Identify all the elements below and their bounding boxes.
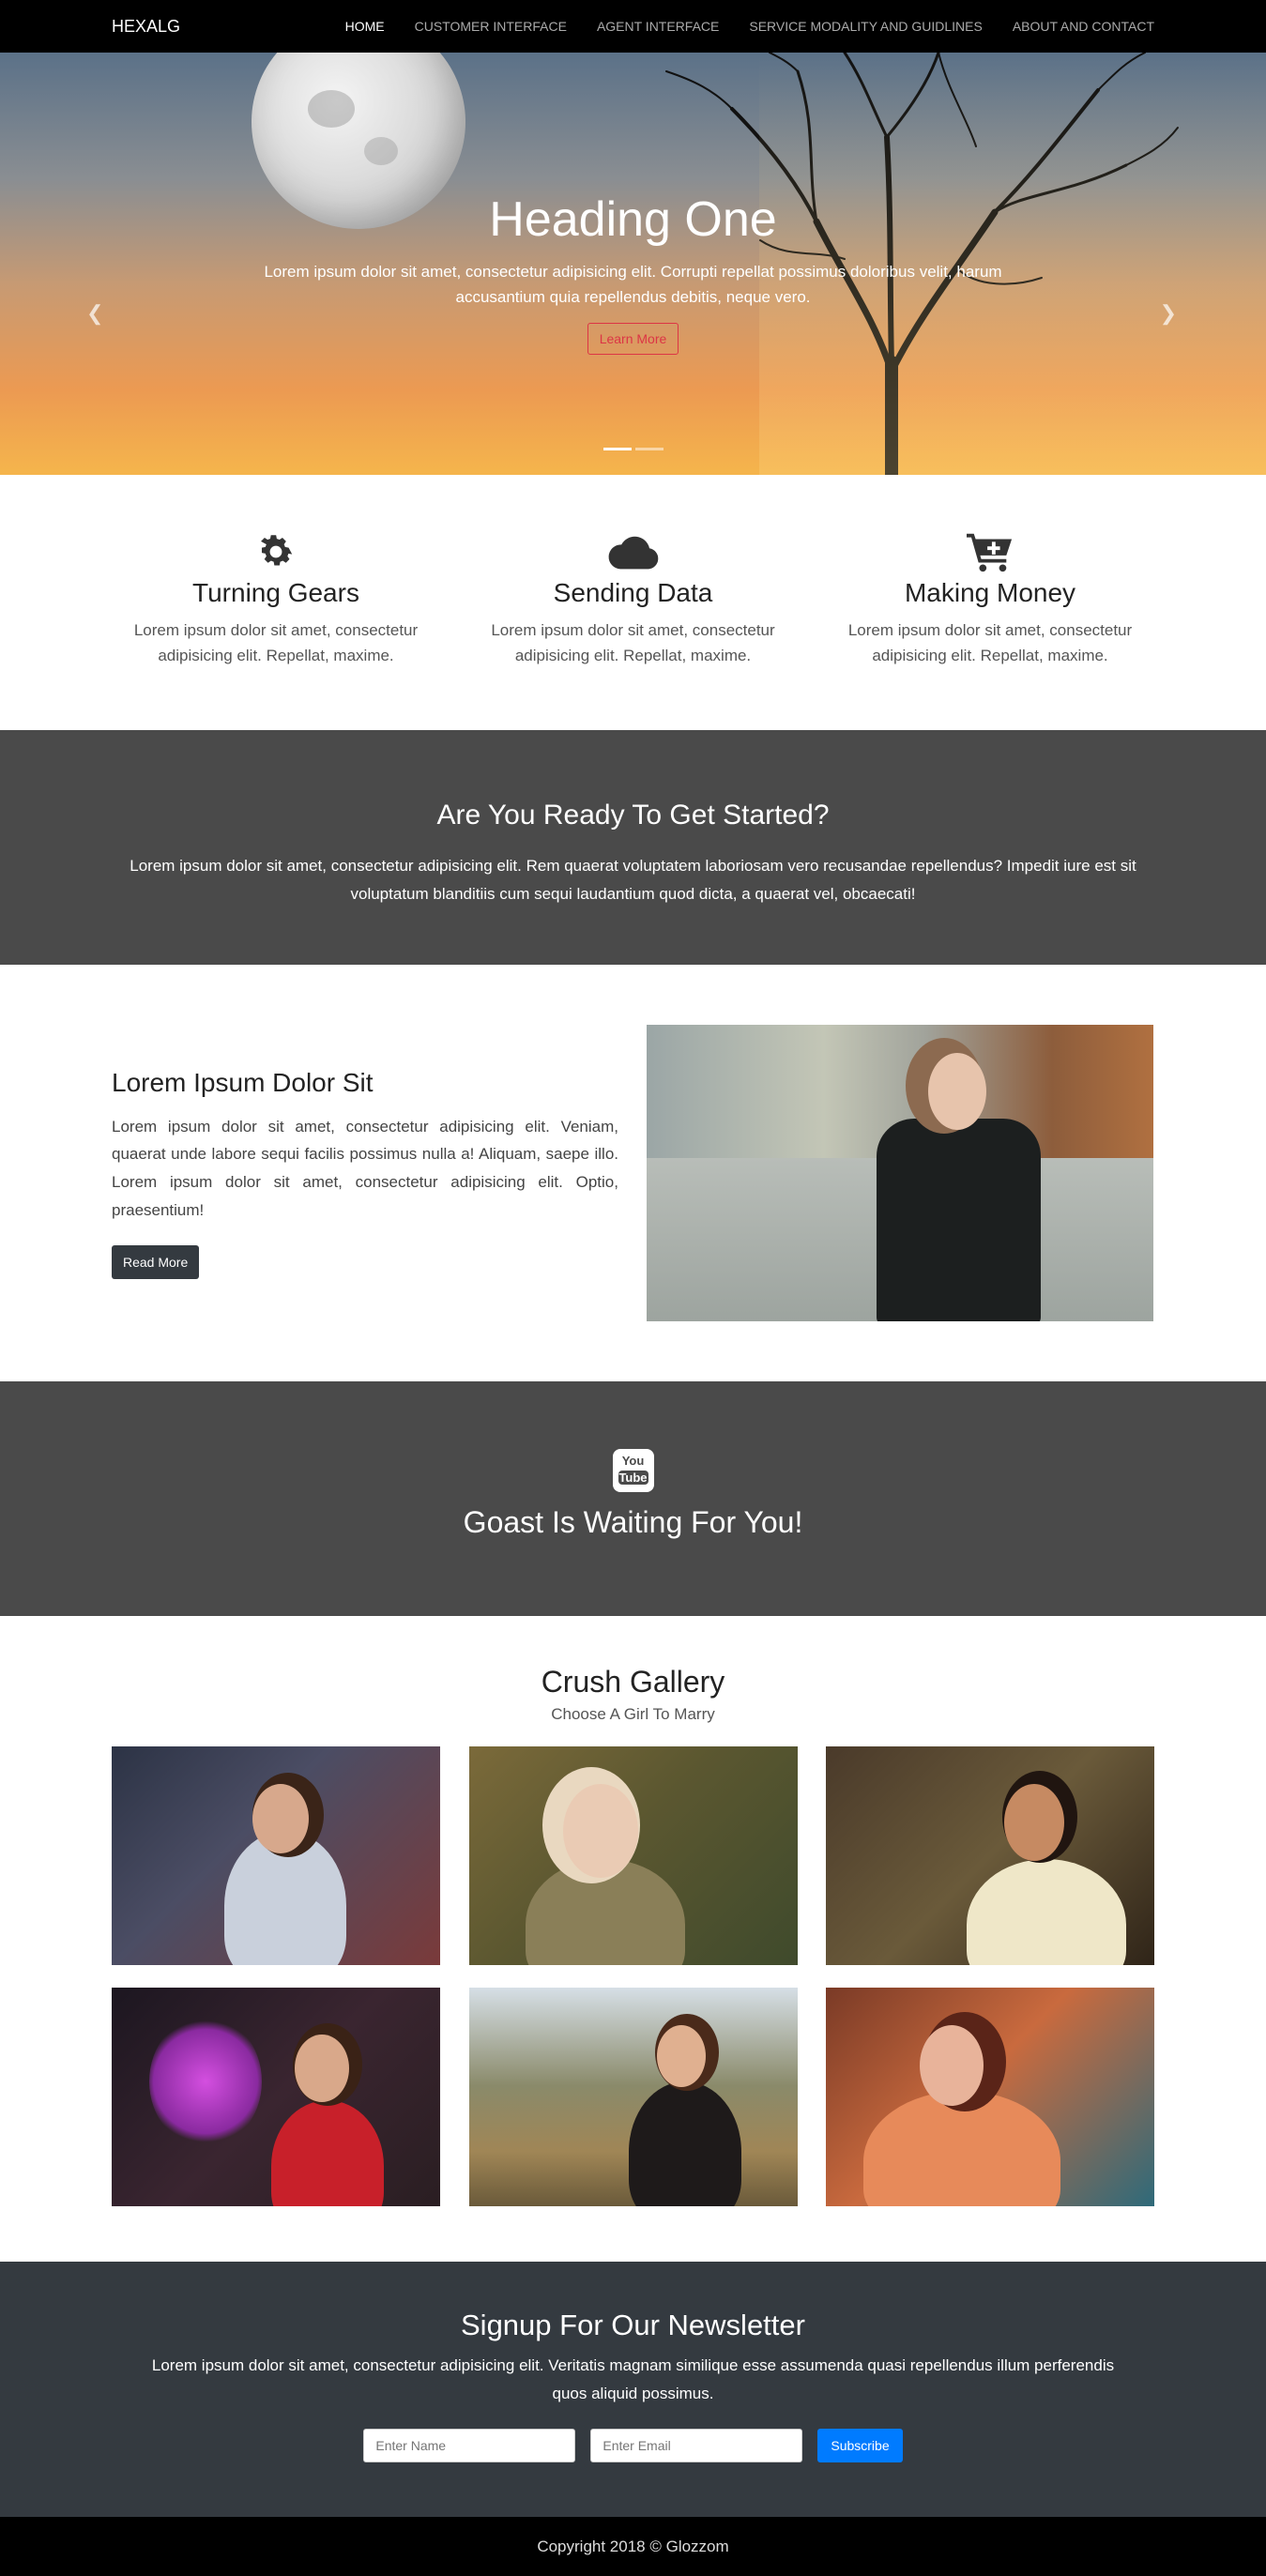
nav-menu: HOME CUSTOMER INTERFACE AGENT INTERFACE …: [345, 19, 1154, 34]
feature-text: Lorem ipsum dolor sit amet, consectetur …: [847, 621, 1133, 665]
feature-text: Lorem ipsum dolor sit amet, consectetur …: [133, 621, 419, 665]
gallery-subtitle: Choose A Girl To Marry: [551, 1705, 715, 1723]
gallery-grid: [112, 1746, 1154, 2206]
newsletter-title: Signup For Our Newsletter: [461, 2309, 805, 2341]
cloud-icon: [469, 529, 798, 574]
newsletter-form: Subscribe: [0, 2428, 1266, 2462]
email-input[interactable]: [590, 2428, 803, 2462]
hero-carousel: ❮ ❯ Heading One Lorem ipsum dolor sit am…: [0, 53, 1266, 475]
info-text: Lorem ipsum dolor sit amet, consectetur …: [112, 1117, 618, 1219]
nav-item-customer-interface[interactable]: CUSTOMER INTERFACE: [415, 19, 567, 34]
hero-caption: Heading One Lorem ipsum dolor sit amet, …: [0, 191, 1266, 356]
features-section: Turning Gears Lorem ipsum dolor sit amet…: [0, 475, 1266, 730]
carousel-prev-icon[interactable]: ❮: [86, 301, 103, 326]
hero-heading: Heading One: [489, 192, 777, 247]
video-section: You Tube Goast Is Waiting For You!: [0, 1381, 1266, 1616]
gallery-title: Crush Gallery: [541, 1665, 725, 1699]
carousel-next-icon[interactable]: ❯: [1160, 301, 1177, 326]
gallery-section: Crush Gallery Choose A Girl To Marry: [0, 1616, 1266, 2262]
nav-item-home[interactable]: HOME: [345, 19, 385, 34]
video-title: Goast Is Waiting For You!: [463, 1505, 803, 1539]
gallery-photo[interactable]: [826, 1988, 1154, 2206]
learn-more-button[interactable]: Learn More: [587, 323, 679, 356]
nav-item-service-modality[interactable]: SERVICE MODALITY AND GUIDLINES: [749, 19, 982, 34]
gallery-photo[interactable]: [468, 1988, 798, 2206]
feature-card: Making Money Lorem ipsum dolor sit amet,…: [826, 529, 1154, 730]
carousel-indicator-2[interactable]: [634, 448, 664, 450]
feature-title: Making Money: [904, 578, 1076, 607]
newsletter-section: Signup For Our Newsletter Lorem ipsum do…: [0, 2262, 1266, 2517]
gallery-photo[interactable]: [112, 1988, 440, 2206]
info-section: Lorem Ipsum Dolor Sit Lorem ipsum dolor …: [0, 965, 1266, 1381]
nav-item-agent-interface[interactable]: AGENT INTERFACE: [597, 19, 719, 34]
feature-card: Sending Data Lorem ipsum dolor sit amet,…: [469, 529, 798, 730]
youtube-icon[interactable]: You Tube: [612, 1449, 654, 1492]
hero-text: Lorem ipsum dolor sit amet, consectetur …: [264, 263, 1002, 307]
gallery-photo[interactable]: [468, 1746, 798, 1965]
woman-in-coat-photo: [647, 1025, 1153, 1321]
gallery-photo[interactable]: [112, 1746, 440, 1965]
feature-title: Sending Data: [553, 578, 713, 607]
copyright-text: Copyright 2018 © Glozzom: [537, 2537, 729, 2555]
subscribe-button[interactable]: Subscribe: [817, 2428, 903, 2462]
get-started-text: Lorem ipsum dolor sit amet, consectetur …: [130, 857, 1136, 903]
get-started-title: Are You Ready To Get Started?: [436, 800, 830, 831]
cart-plus-icon: [826, 529, 1154, 574]
feature-text: Lorem ipsum dolor sit amet, consectetur …: [491, 621, 775, 665]
brand-logo[interactable]: HEXALG: [112, 17, 345, 37]
feature-title: Turning Gears: [192, 578, 359, 607]
gallery-photo[interactable]: [826, 1746, 1154, 1965]
info-text-block: Lorem Ipsum Dolor Sit Lorem ipsum dolor …: [112, 1068, 618, 1279]
nav-item-about-contact[interactable]: ABOUT AND CONTACT: [1013, 19, 1154, 34]
name-input[interactable]: [363, 2428, 576, 2462]
carousel-indicator-1[interactable]: [602, 448, 632, 450]
gear-icon: [112, 529, 440, 574]
read-more-button[interactable]: Read More: [112, 1244, 200, 1279]
top-navbar: HEXALG HOME CUSTOMER INTERFACE AGENT INT…: [0, 0, 1266, 53]
get-started-section: Are You Ready To Get Started? Lorem ipsu…: [0, 730, 1266, 965]
newsletter-text: Lorem ipsum dolor sit amet, consectetur …: [151, 2356, 1115, 2402]
feature-card: Turning Gears Lorem ipsum dolor sit amet…: [112, 529, 440, 730]
carousel-indicators: [0, 448, 1266, 450]
info-title: Lorem Ipsum Dolor Sit: [112, 1067, 374, 1097]
footer: Copyright 2018 © Glozzom: [0, 2517, 1266, 2576]
